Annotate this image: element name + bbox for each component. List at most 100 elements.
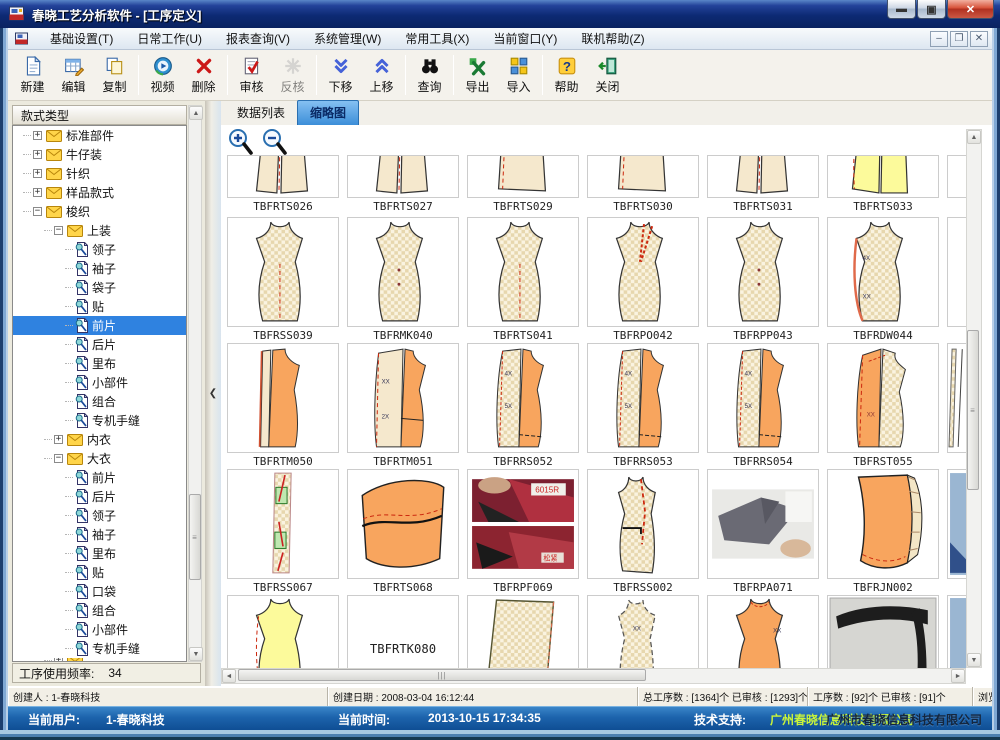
tree-item-内衣[interactable]: +内衣 xyxy=(13,430,186,449)
tab-缩略图[interactable]: 缩略图 xyxy=(297,100,359,125)
thumbnail-image[interactable] xyxy=(227,155,339,198)
帮助-button[interactable]: ?帮助 xyxy=(546,52,587,98)
thumbnail-image[interactable] xyxy=(467,217,579,327)
thumbnail-image[interactable] xyxy=(587,217,699,327)
tree-item-小部件[interactable]: 小部件 xyxy=(13,373,186,392)
thumbnail-cell[interactable]: TBFRMK040 xyxy=(347,217,459,343)
tree-scrollbar-thumb[interactable]: ≡ xyxy=(189,494,201,580)
thumbnail-image[interactable]: 4XXX xyxy=(827,217,939,327)
thumbnail-cell[interactable] xyxy=(947,595,966,668)
vertical-scrollbar-thumb[interactable]: ≡ xyxy=(967,330,979,490)
thumbnail-image[interactable]: XX xyxy=(707,595,819,668)
scroll-up-icon[interactable]: ▲ xyxy=(967,130,981,144)
scroll-right-icon[interactable]: ► xyxy=(951,669,965,683)
tree-item-前片[interactable]: 前片 xyxy=(13,316,186,335)
thumbnail-image[interactable] xyxy=(347,469,459,579)
window-minimize-button[interactable]: ▬ xyxy=(887,0,916,19)
thumbnail-cell[interactable]: TBFRPP043 xyxy=(707,217,819,343)
视频-button[interactable]: 视频 xyxy=(142,52,183,98)
zoom-out-button[interactable] xyxy=(261,128,291,158)
child-close-button[interactable]: ✕ xyxy=(970,31,988,47)
thumbnail-cell[interactable]: 4X5XTBFRRS054 xyxy=(707,343,819,469)
expand-box-icon[interactable]: + xyxy=(54,435,63,444)
thumbnail-cell[interactable]: TBFRSS067 xyxy=(227,469,339,595)
新建-button[interactable]: 新建 xyxy=(12,52,53,98)
expand-box-icon[interactable]: + xyxy=(33,169,42,178)
thumbnail-cell[interactable]: TBFRTS041 xyxy=(467,217,579,343)
thumbnail-image[interactable]: XX xyxy=(587,595,699,668)
expand-box-icon[interactable]: + xyxy=(33,150,42,159)
expand-box-icon[interactable]: + xyxy=(54,658,63,662)
tree-item-针织[interactable]: +针织 xyxy=(13,164,186,183)
panel-splitter[interactable]: ❮ xyxy=(205,101,221,686)
thumbnail-cell[interactable]: TBFRTS029 xyxy=(467,155,579,214)
tree-item-后片[interactable]: 后片 xyxy=(13,335,186,354)
thumbnail-image[interactable] xyxy=(947,217,966,327)
collapse-box-icon[interactable]: − xyxy=(54,226,63,235)
thumbnail-cell[interactable]: 4X5XTBFRRS052 xyxy=(467,343,579,469)
thumbnail-cell[interactable]: TBFRSS002 xyxy=(587,469,699,595)
collapse-box-icon[interactable]: − xyxy=(33,207,42,216)
thumbnail-cell[interactable]: 4XXXTBFRDW044 xyxy=(827,217,939,343)
tree-item-上装[interactable]: −上装 xyxy=(13,221,186,240)
window-maximize-button[interactable]: ▣ xyxy=(917,0,946,19)
tree-item-专机手缝[interactable]: 专机手缝 xyxy=(13,639,186,658)
tree-item-样品款式[interactable]: +样品款式 xyxy=(13,183,186,202)
tree-item-口袋[interactable]: 口袋 xyxy=(13,582,186,601)
tree-item-专机手缝[interactable]: 专机手缝 xyxy=(13,411,186,430)
thumbnail-image[interactable] xyxy=(467,595,579,668)
关闭-button[interactable]: 关闭 xyxy=(587,52,628,98)
thumbnail-cell[interactable]: 6015R松紧TBFRPF069 xyxy=(467,469,579,595)
thumbnail-image[interactable] xyxy=(827,469,939,579)
tree-scroll-up-icon[interactable]: ▲ xyxy=(189,106,203,120)
tree-scroll-down-icon[interactable]: ▼ xyxy=(189,647,203,661)
thumbnail-image[interactable] xyxy=(227,469,339,579)
thumbnail-cell[interactable] xyxy=(467,595,579,668)
vertical-scrollbar[interactable]: ▲ ≡ ▼ xyxy=(966,129,982,668)
thumbnail-cell[interactable]: XX xyxy=(587,595,699,668)
window-close-button[interactable]: ✕ xyxy=(947,0,994,19)
horizontal-scrollbar-thumb[interactable]: ||| xyxy=(238,669,646,681)
tree-item-牛仔装[interactable]: +牛仔装 xyxy=(13,145,186,164)
tree-item-小部件[interactable]: 小部件 xyxy=(13,620,186,639)
thumbnail-cell[interactable]: XX xyxy=(707,595,819,668)
menu-item[interactable]: 日常工作(U) xyxy=(125,28,214,49)
tree-item-标准部件[interactable]: +标准部件 xyxy=(13,126,186,145)
menu-item[interactable]: 基础设置(T) xyxy=(38,28,125,49)
thumbnail-image[interactable] xyxy=(467,155,579,198)
menu-item[interactable]: 报表查询(V) xyxy=(214,28,302,49)
thumbnail-cell[interactable]: TBFRJN002 xyxy=(827,469,939,595)
scroll-left-icon[interactable]: ◄ xyxy=(222,669,236,683)
menu-item[interactable]: 系统管理(W) xyxy=(302,28,393,49)
thumbnail-image[interactable]: TBFRTK080 xyxy=(347,595,459,668)
thumbnail-cell[interactable]: TBFRTS033 xyxy=(827,155,939,214)
审核-button[interactable]: 审核 xyxy=(231,52,272,98)
expand-box-icon[interactable]: + xyxy=(33,131,42,140)
thumbnail-image[interactable] xyxy=(827,155,939,198)
menu-item[interactable]: 联机帮助(Z) xyxy=(569,28,656,49)
thumbnail-cell[interactable]: TBFRTS027 xyxy=(347,155,459,214)
thumbnail-image[interactable]: 4X5X xyxy=(467,343,579,453)
thumbnail-cell[interactable]: TBFRTS026 xyxy=(227,155,339,214)
tree-item-梭织[interactable]: −梭织 xyxy=(13,202,186,221)
thumbnail-image[interactable]: 4X5X xyxy=(587,343,699,453)
thumbnail-cell[interactable] xyxy=(947,155,966,214)
查询-button[interactable]: 查询 xyxy=(409,52,450,98)
thumbnail-image[interactable] xyxy=(947,155,966,198)
thumbnail-cell[interactable]: TBFRTK080 xyxy=(347,595,459,668)
thumbnail-cell[interactable] xyxy=(227,595,339,668)
复制-button[interactable]: 复制 xyxy=(94,52,135,98)
thumbnail-image[interactable] xyxy=(947,469,966,579)
child-minimize-button[interactable]: – xyxy=(930,31,948,47)
tree-item-贴[interactable]: 贴 xyxy=(13,563,186,582)
scroll-down-icon[interactable]: ▼ xyxy=(967,653,981,667)
zoom-in-button[interactable] xyxy=(227,128,257,158)
tree-item-clipped[interactable]: + xyxy=(13,658,186,662)
thumbnail-cell[interactable]: TBFRTS030 xyxy=(587,155,699,214)
下移-button[interactable]: 下移 xyxy=(320,52,361,98)
thumbnail-image[interactable]: 6015R松紧 xyxy=(467,469,579,579)
tab-数据列表[interactable]: 数据列表 xyxy=(225,101,297,125)
thumbnail-image[interactable] xyxy=(587,155,699,198)
thumbnail-image[interactable]: XX2X xyxy=(347,343,459,453)
thumbnail-image[interactable] xyxy=(947,595,966,668)
